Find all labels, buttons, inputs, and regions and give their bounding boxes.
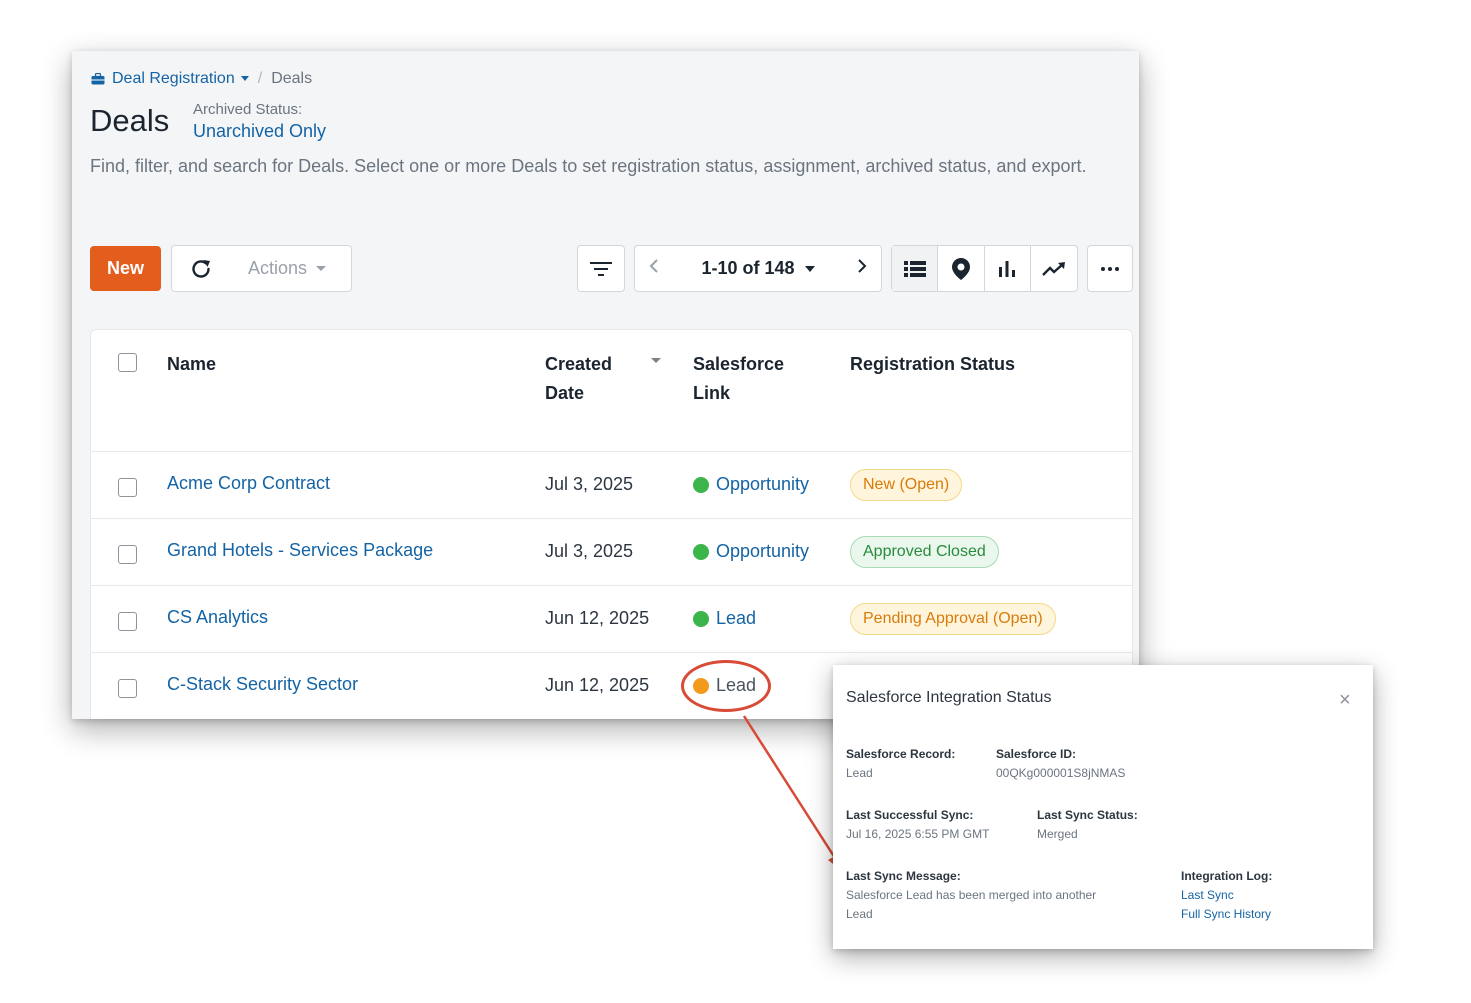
last-sync-link[interactable]: Last Sync	[1181, 888, 1234, 902]
salesforce-record-value: Lead	[846, 766, 873, 780]
last-sync-message-line1: Salesforce Lead has been merged into ano…	[846, 888, 1097, 902]
salesforce-integration-popup: Salesforce Integration Status × Salesfor…	[833, 665, 1373, 949]
last-sync-status-value: Merged	[1037, 827, 1078, 841]
salesforce-id-value: 00QKg000001S8jNMAS	[996, 766, 1126, 780]
last-sync-message-line2: Lead	[846, 907, 873, 921]
last-sync-status-label: Last Sync Status:	[1037, 808, 1138, 822]
popup-title: Salesforce Integration Status	[846, 689, 1052, 706]
integration-log-label: Integration Log:	[1181, 869, 1273, 883]
last-successful-sync-value: Jul 16, 2025 6:55 PM GMT	[846, 827, 990, 841]
salesforce-id-label: Salesforce ID:	[996, 747, 1077, 761]
last-successful-sync-label: Last Successful Sync:	[846, 808, 974, 822]
last-sync-message-label: Last Sync Message:	[846, 869, 961, 883]
full-sync-history-link[interactable]: Full Sync History	[1181, 907, 1271, 921]
salesforce-record-label: Salesforce Record:	[846, 747, 956, 761]
close-icon[interactable]: ×	[1339, 690, 1351, 710]
